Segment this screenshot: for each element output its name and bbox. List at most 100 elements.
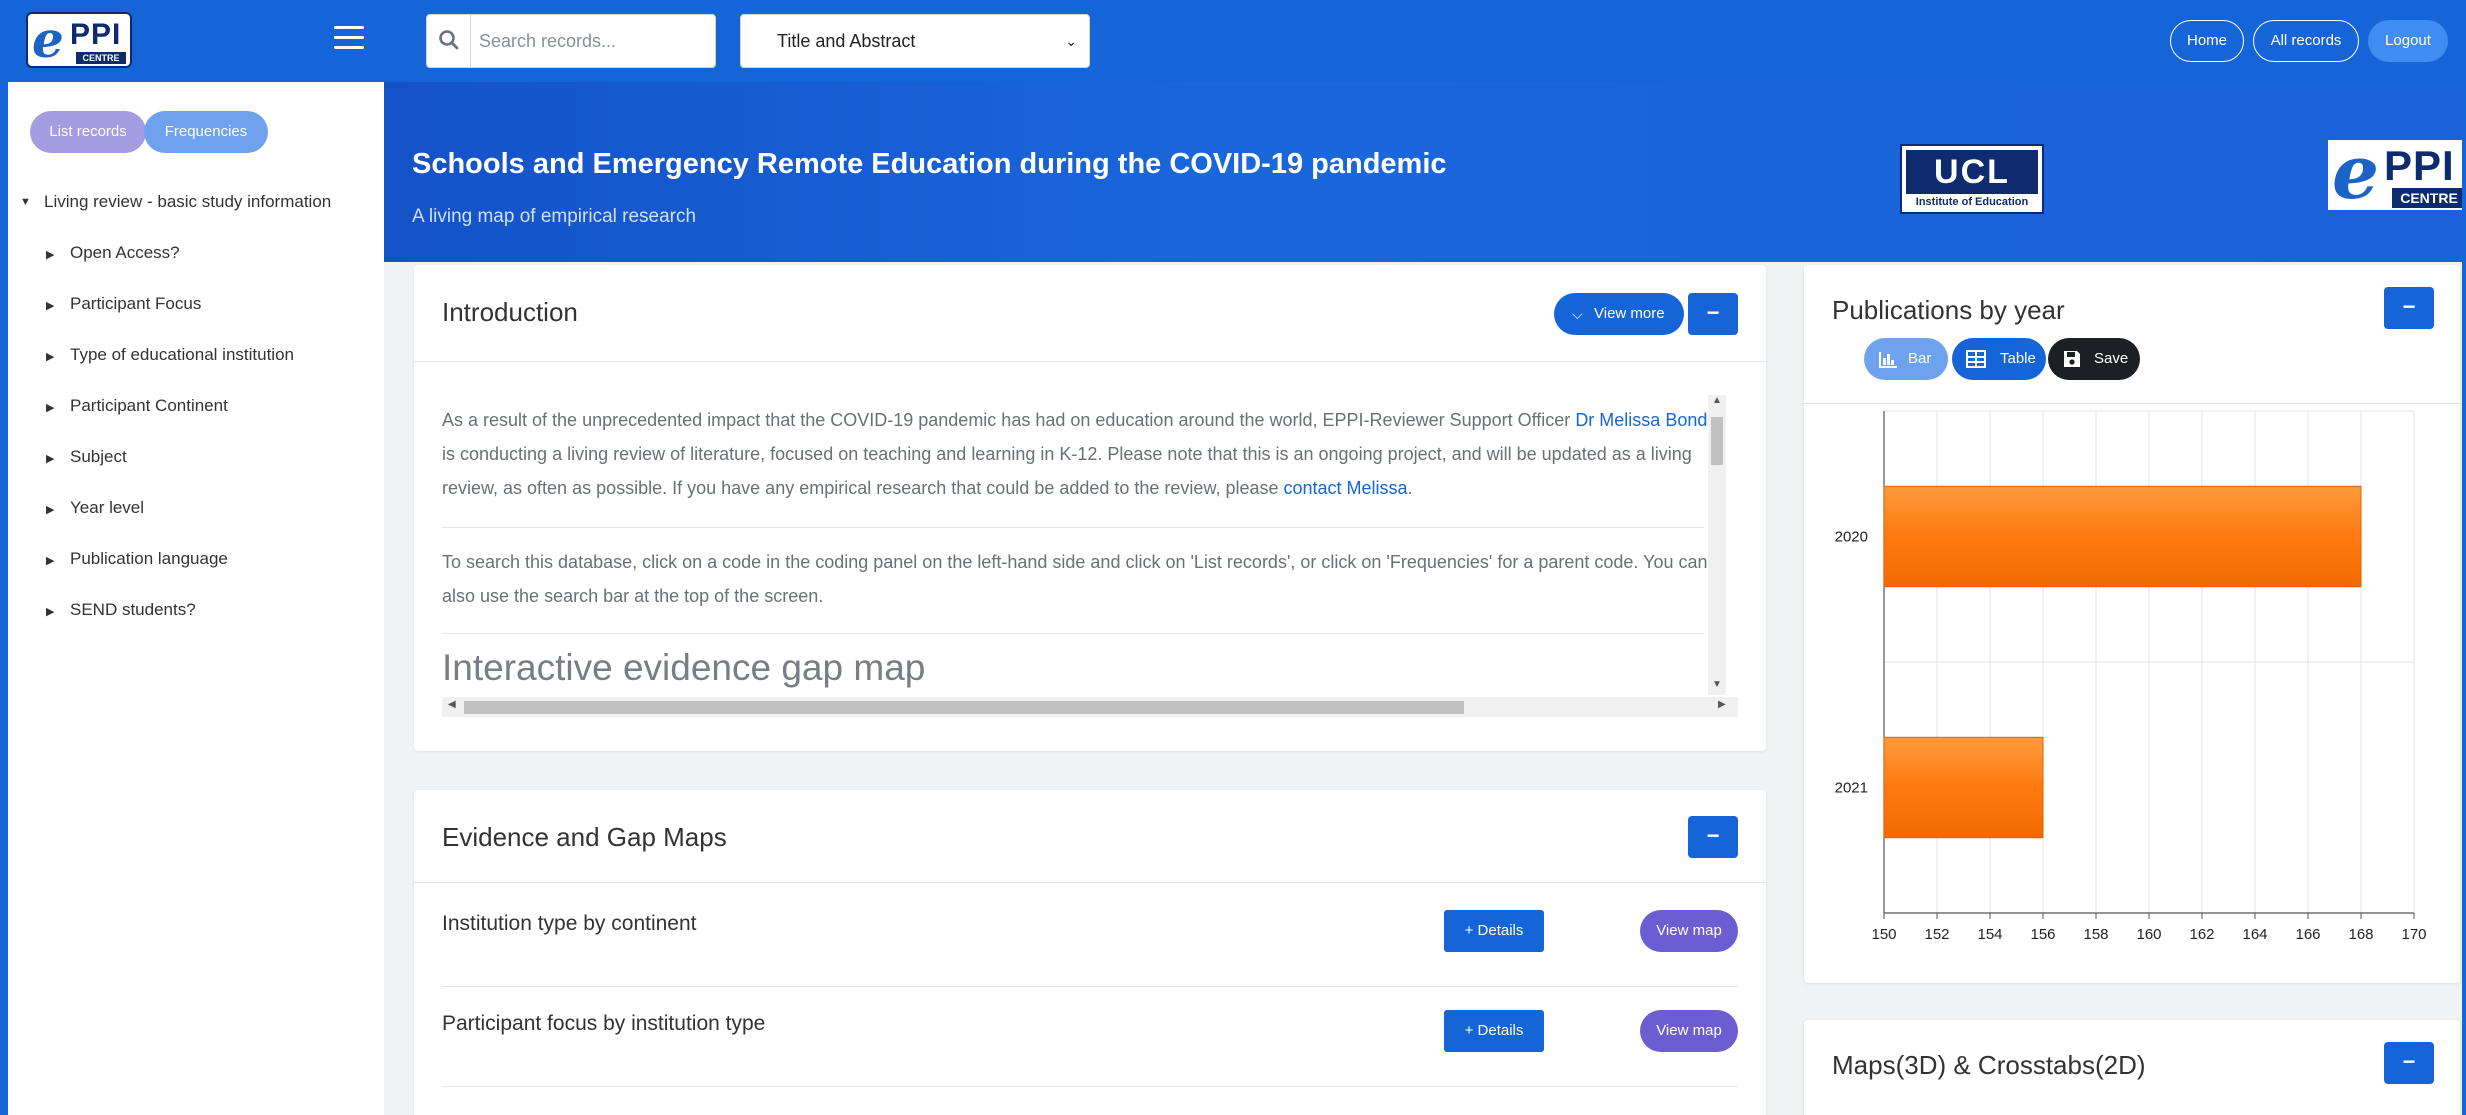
tree-item-subject[interactable]: ▶ Subject — [46, 445, 127, 469]
ucl-logo[interactable]: UCL Institute of Education — [1900, 144, 2044, 214]
frequencies-button[interactable]: Frequencies — [144, 111, 268, 153]
tree-root-label: Living review - basic study information — [44, 192, 332, 211]
view-map-button[interactable]: View map — [1640, 1010, 1738, 1052]
tree-item-send-students[interactable]: ▶ SEND students? — [46, 598, 196, 622]
caret-right-icon: ▶ — [46, 351, 55, 363]
caret-right-icon: ▶ — [46, 300, 55, 312]
logo-text: PPI — [2384, 142, 2455, 189]
search-icon[interactable] — [427, 15, 471, 67]
scroll-up-icon[interactable]: ▲ — [1712, 395, 1722, 406]
view-map-button[interactable]: View map — [1640, 910, 1738, 952]
search-input[interactable] — [479, 27, 699, 55]
maps-crosstabs-title: Maps(3D) & Crosstabs(2D) — [1832, 1050, 2146, 1080]
caret-right-icon: ▶ — [46, 453, 55, 465]
collapse-button[interactable]: − — [2384, 1042, 2434, 1084]
bar-chart-icon — [1879, 352, 1897, 368]
publications-bar-chart: 2020 2021 150 152 154 156 158 160 162 164 166 168 17… — [1835, 410, 2427, 943]
card-divider — [414, 882, 1766, 883]
row-divider — [442, 1086, 1738, 1087]
home-button[interactable]: Home — [2170, 20, 2244, 62]
tree-item-label: Participant Focus — [70, 294, 202, 313]
x-tick-label: 150 — [1871, 926, 1896, 943]
x-tick-label: 154 — [1977, 926, 2002, 943]
tree-item-label: Participant Continent — [70, 396, 228, 415]
intro-search-instructions: To search this database, click on a code… — [442, 552, 1708, 606]
eppi-centre-logo[interactable]: e PPI CENTRE — [26, 10, 132, 69]
x-tick-label: 164 — [2242, 926, 2267, 943]
plus-icon: + — [1464, 922, 1478, 939]
card-divider — [414, 361, 1766, 362]
eppi-centre-logo-large[interactable]: e PPI CENTRE — [2328, 130, 2466, 216]
x-tick-label: 156 — [2030, 926, 2055, 943]
details-button[interactable]: + Details — [1444, 910, 1544, 952]
table-view-button[interactable]: Table — [1952, 338, 2046, 380]
logo-subtext: CENTRE — [76, 52, 126, 64]
page-title: Schools and Emergency Remote Education d… — [412, 148, 1447, 180]
caret-right-icon: ▶ — [46, 555, 55, 567]
x-tick-label: 158 — [2083, 926, 2108, 943]
plus-icon: + — [1464, 1022, 1478, 1039]
horizontal-scrollbar[interactable]: ◀ ▶ — [442, 697, 1738, 717]
x-tick-label: 160 — [2136, 926, 2161, 943]
scroll-left-icon[interactable]: ◀ — [448, 699, 456, 710]
bar-2020 — [1883, 485, 2362, 588]
tree-item-participant-focus[interactable]: ▶ Participant Focus — [46, 292, 201, 316]
x-tick-label: 168 — [2348, 926, 2373, 943]
code-tree: ▼ Living review - basic study informatio… — [20, 190, 380, 619]
tree-item-publication-language[interactable]: ▶ Publication language — [46, 547, 228, 571]
intro-paragraph: As a result of the unprecedented impact … — [442, 410, 1708, 498]
x-tick-label: 166 — [2295, 926, 2320, 943]
search-field-select[interactable]: Title and Abstract ⌄ — [740, 14, 1090, 68]
scrollbar-thumb[interactable] — [464, 701, 1464, 714]
save-label: Save — [2094, 350, 2129, 367]
search-group — [426, 14, 716, 68]
tree-item-year-level[interactable]: ▶ Year level — [46, 496, 144, 520]
melissa-bond-link[interactable]: Dr Melissa Bond — [1575, 410, 1707, 430]
introduction-body: As a result of the unprecedented impact … — [442, 395, 1738, 725]
collapse-button[interactable]: − — [1688, 816, 1738, 858]
tree-item-open-access[interactable]: ▶ Open Access? — [46, 241, 180, 265]
paragraph-divider — [442, 527, 1704, 528]
table-label: Table — [2000, 350, 2036, 367]
publications-by-year-card: Publications by year − Bar Table Save 20… — [1804, 265, 2460, 983]
category-label: 2020 — [1835, 529, 1868, 546]
collapse-button[interactable]: − — [1688, 293, 1738, 335]
caret-right-icon: ▶ — [46, 606, 55, 618]
logo-mark: e — [2332, 130, 2380, 216]
view-more-button[interactable]: ⌵ View more — [1554, 293, 1684, 335]
hamburger-menu-icon[interactable] — [334, 26, 364, 52]
vertical-scrollbar[interactable]: ▲ ▼ — [1708, 395, 1726, 695]
ucl-logo-subtext: Institute of Education — [1915, 196, 2029, 208]
scroll-down-icon[interactable]: ▼ — [1712, 679, 1722, 690]
view-more-label: View more — [1594, 305, 1665, 322]
tree-item-institution-type[interactable]: ▶ Type of educational institution — [46, 343, 294, 367]
scroll-right-icon[interactable]: ▶ — [1718, 699, 1726, 710]
logout-button[interactable]: Logout — [2368, 20, 2448, 62]
save-chart-button[interactable]: Save — [2048, 338, 2140, 380]
map-row-label: Participant focus by institution type — [442, 1012, 766, 1035]
tree-item-label: Type of educational institution — [70, 345, 294, 364]
tree-root-item[interactable]: ▼ Living review - basic study informatio… — [20, 190, 380, 214]
evidence-gap-maps-title: Evidence and Gap Maps — [442, 822, 727, 852]
collapse-button[interactable]: − — [2384, 287, 2434, 329]
category-label: 2021 — [1835, 780, 1868, 797]
introduction-title: Introduction — [442, 297, 578, 327]
bar-label: Bar — [1908, 350, 1932, 367]
table-icon — [1966, 350, 1986, 368]
details-button[interactable]: + Details — [1444, 1010, 1544, 1052]
scrollbar-thumb[interactable] — [1711, 417, 1723, 465]
search-field-selected-value: Title and Abstract — [777, 31, 916, 51]
caret-right-icon: ▶ — [46, 504, 55, 516]
caret-right-icon: ▶ — [46, 402, 55, 414]
caret-right-icon: ▶ — [46, 249, 55, 261]
x-tick-label: 162 — [2189, 926, 2214, 943]
list-records-button[interactable]: List records — [30, 111, 146, 153]
all-records-button[interactable]: All records — [2253, 20, 2359, 62]
tree-item-participant-continent[interactable]: ▶ Participant Continent — [46, 394, 228, 418]
sidebar: e PPI CENTRE List records Frequencies ▼ … — [0, 0, 384, 1115]
contact-melissa-link[interactable]: contact Melissa — [1284, 478, 1408, 498]
window-right-border — [2462, 0, 2466, 1115]
logo-mark: e — [32, 10, 64, 69]
logo-subtext: CENTRE — [2392, 188, 2466, 208]
bar-chart-button[interactable]: Bar — [1864, 338, 1948, 380]
